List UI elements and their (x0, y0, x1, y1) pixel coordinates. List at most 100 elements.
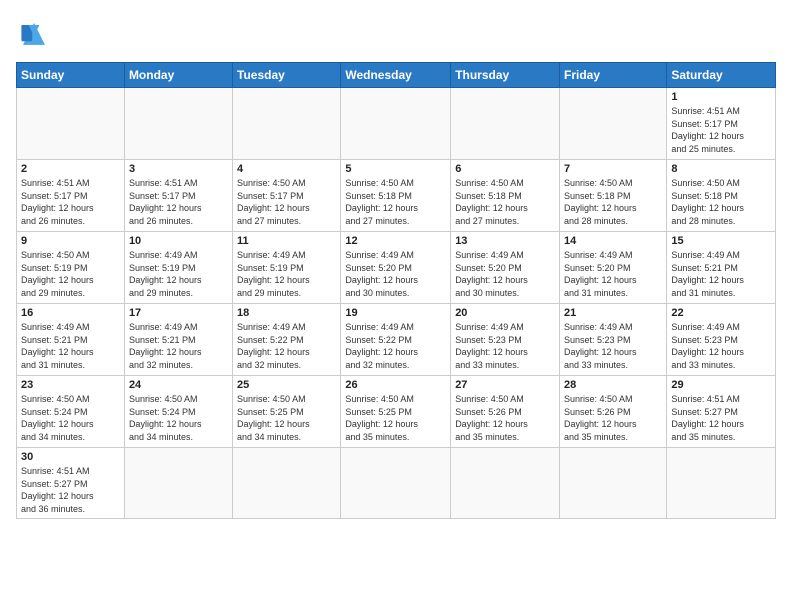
calendar-cell: 10Sunrise: 4:49 AM Sunset: 5:19 PM Dayli… (124, 232, 232, 304)
day-info: Sunrise: 4:51 AM Sunset: 5:27 PM Dayligh… (21, 465, 120, 515)
day-number: 13 (455, 235, 555, 247)
day-info: Sunrise: 4:50 AM Sunset: 5:26 PM Dayligh… (455, 393, 555, 443)
calendar-cell: 5 Sunrise: 4:50 AM Sunset: 5:18 PM Daylig… (341, 160, 451, 232)
day-info: Sunrise: 4:51 AM Sunset: 5:17 PM Dayligh… (21, 177, 120, 227)
calendar-cell: 14 Sunrise: 4:49 AM Sunset: 5:20 PM Dayli… (560, 232, 667, 304)
calendar-cell (560, 88, 667, 160)
calendar-cell: 30 Sunrise: 4:51 AM Sunset: 5:27 PM Dayli… (17, 448, 125, 519)
day-number: 5 (345, 163, 446, 175)
day-info: Sunrise: 4:50 AM Sunset: 5:26 PM Dayligh… (564, 393, 662, 443)
calendar-cell: 16 Sunrise: 4:49 AM Sunset: 5:21 PM Dayli… (17, 304, 125, 376)
day-number: 19 (345, 307, 446, 319)
calendar-cell: 28Sunrise: 4:50 AM Sunset: 5:26 PM Dayli… (560, 376, 667, 448)
week-row-2: 2 Sunrise: 4:51 AM Sunset: 5:17 PM Daylig… (17, 160, 776, 232)
day-number: 24 (129, 379, 228, 391)
week-row-5: 23 Sunrise: 4:50 AM Sunset: 5:24 PM Dayli… (17, 376, 776, 448)
day-info: Sunrise: 4:50 AM Sunset: 5:17 PM Dayligh… (237, 177, 336, 227)
day-info: Sunrise: 4:50 AM Sunset: 5:25 PM Dayligh… (237, 393, 336, 443)
calendar-cell: 8Sunrise: 4:50 AM Sunset: 5:18 PM Daylig… (667, 160, 776, 232)
day-number: 23 (21, 379, 120, 391)
calendar-cell (451, 448, 560, 519)
day-number: 1 (671, 91, 771, 103)
calendar-cell (17, 88, 125, 160)
calendar-cell (667, 448, 776, 519)
day-info: Sunrise: 4:50 AM Sunset: 5:18 PM Dayligh… (455, 177, 555, 227)
day-info: Sunrise: 4:50 AM Sunset: 5:18 PM Dayligh… (345, 177, 446, 227)
calendar-cell: 15Sunrise: 4:49 AM Sunset: 5:21 PM Dayli… (667, 232, 776, 304)
weekday-header-sunday: Sunday (17, 63, 125, 88)
day-info: Sunrise: 4:49 AM Sunset: 5:23 PM Dayligh… (564, 321, 662, 371)
calendar-cell: 22 Sunrise: 4:49 AM Sunset: 5:23 PM Dayli… (667, 304, 776, 376)
day-number: 18 (237, 307, 336, 319)
day-number: 15 (671, 235, 771, 247)
weekday-header-friday: Friday (560, 63, 667, 88)
week-row-1: 1Sunrise: 4:51 AM Sunset: 5:17 PM Daylig… (17, 88, 776, 160)
day-number: 22 (671, 307, 771, 319)
calendar-cell: 23 Sunrise: 4:50 AM Sunset: 5:24 PM Dayli… (17, 376, 125, 448)
logo-icon (16, 16, 52, 52)
calendar-cell: 18 Sunrise: 4:49 AM Sunset: 5:22 PM Dayli… (233, 304, 341, 376)
week-row-3: 9Sunrise: 4:50 AM Sunset: 5:19 PM Daylig… (17, 232, 776, 304)
calendar-cell: 20Sunrise: 4:49 AM Sunset: 5:23 PM Dayli… (451, 304, 560, 376)
day-info: Sunrise: 4:49 AM Sunset: 5:23 PM Dayligh… (671, 321, 771, 371)
page: SundayMondayTuesdayWednesdayThursdayFrid… (0, 0, 792, 612)
calendar-cell: 3 Sunrise: 4:51 AM Sunset: 5:17 PM Daylig… (124, 160, 232, 232)
day-number: 2 (21, 163, 120, 175)
day-number: 20 (455, 307, 555, 319)
day-number: 17 (129, 307, 228, 319)
calendar-cell: 9Sunrise: 4:50 AM Sunset: 5:19 PM Daylig… (17, 232, 125, 304)
calendar-cell: 25Sunrise: 4:50 AM Sunset: 5:25 PM Dayli… (233, 376, 341, 448)
weekday-header-row: SundayMondayTuesdayWednesdayThursdayFrid… (17, 63, 776, 88)
weekday-header-monday: Monday (124, 63, 232, 88)
day-number: 8 (671, 163, 771, 175)
logo (16, 16, 58, 52)
day-info: Sunrise: 4:51 AM Sunset: 5:17 PM Dayligh… (129, 177, 228, 227)
calendar-cell: 24 Sunrise: 4:50 AM Sunset: 5:24 PM Dayli… (124, 376, 232, 448)
day-info: Sunrise: 4:49 AM Sunset: 5:20 PM Dayligh… (564, 249, 662, 299)
day-info: Sunrise: 4:50 AM Sunset: 5:18 PM Dayligh… (564, 177, 662, 227)
day-info: Sunrise: 4:49 AM Sunset: 5:20 PM Dayligh… (455, 249, 555, 299)
day-number: 10 (129, 235, 228, 247)
day-number: 9 (21, 235, 120, 247)
day-number: 14 (564, 235, 662, 247)
day-info: Sunrise: 4:49 AM Sunset: 5:22 PM Dayligh… (237, 321, 336, 371)
day-number: 4 (237, 163, 336, 175)
weekday-header-tuesday: Tuesday (233, 63, 341, 88)
weekday-header-saturday: Saturday (667, 63, 776, 88)
week-row-4: 16 Sunrise: 4:49 AM Sunset: 5:21 PM Dayli… (17, 304, 776, 376)
calendar-cell: 27 Sunrise: 4:50 AM Sunset: 5:26 PM Dayli… (451, 376, 560, 448)
day-number: 30 (21, 451, 120, 463)
day-info: Sunrise: 4:49 AM Sunset: 5:20 PM Dayligh… (345, 249, 446, 299)
calendar-cell: 7 Sunrise: 4:50 AM Sunset: 5:18 PM Daylig… (560, 160, 667, 232)
calendar-cell (451, 88, 560, 160)
calendar-cell (124, 88, 232, 160)
day-info: Sunrise: 4:49 AM Sunset: 5:21 PM Dayligh… (21, 321, 120, 371)
day-info: Sunrise: 4:50 AM Sunset: 5:24 PM Dayligh… (21, 393, 120, 443)
calendar-cell (560, 448, 667, 519)
calendar-cell: 4 Sunrise: 4:50 AM Sunset: 5:17 PM Daylig… (233, 160, 341, 232)
day-number: 7 (564, 163, 662, 175)
day-info: Sunrise: 4:50 AM Sunset: 5:25 PM Dayligh… (345, 393, 446, 443)
header (16, 16, 776, 52)
calendar-cell: 26 Sunrise: 4:50 AM Sunset: 5:25 PM Dayli… (341, 376, 451, 448)
calendar-cell: 29Sunrise: 4:51 AM Sunset: 5:27 PM Dayli… (667, 376, 776, 448)
calendar-cell: 17 Sunrise: 4:49 AM Sunset: 5:21 PM Dayli… (124, 304, 232, 376)
day-number: 26 (345, 379, 446, 391)
calendar-cell (233, 88, 341, 160)
calendar-cell: 12 Sunrise: 4:49 AM Sunset: 5:20 PM Dayli… (341, 232, 451, 304)
weekday-header-wednesday: Wednesday (341, 63, 451, 88)
day-number: 16 (21, 307, 120, 319)
day-info: Sunrise: 4:50 AM Sunset: 5:24 PM Dayligh… (129, 393, 228, 443)
day-number: 27 (455, 379, 555, 391)
calendar-cell: 21 Sunrise: 4:49 AM Sunset: 5:23 PM Dayli… (560, 304, 667, 376)
calendar-cell (124, 448, 232, 519)
calendar-cell (341, 448, 451, 519)
day-info: Sunrise: 4:51 AM Sunset: 5:27 PM Dayligh… (671, 393, 771, 443)
day-number: 3 (129, 163, 228, 175)
week-row-6: 30 Sunrise: 4:51 AM Sunset: 5:27 PM Dayli… (17, 448, 776, 519)
day-info: Sunrise: 4:49 AM Sunset: 5:21 PM Dayligh… (129, 321, 228, 371)
day-number: 12 (345, 235, 446, 247)
weekday-header-thursday: Thursday (451, 63, 560, 88)
calendar-cell: 1Sunrise: 4:51 AM Sunset: 5:17 PM Daylig… (667, 88, 776, 160)
day-number: 21 (564, 307, 662, 319)
